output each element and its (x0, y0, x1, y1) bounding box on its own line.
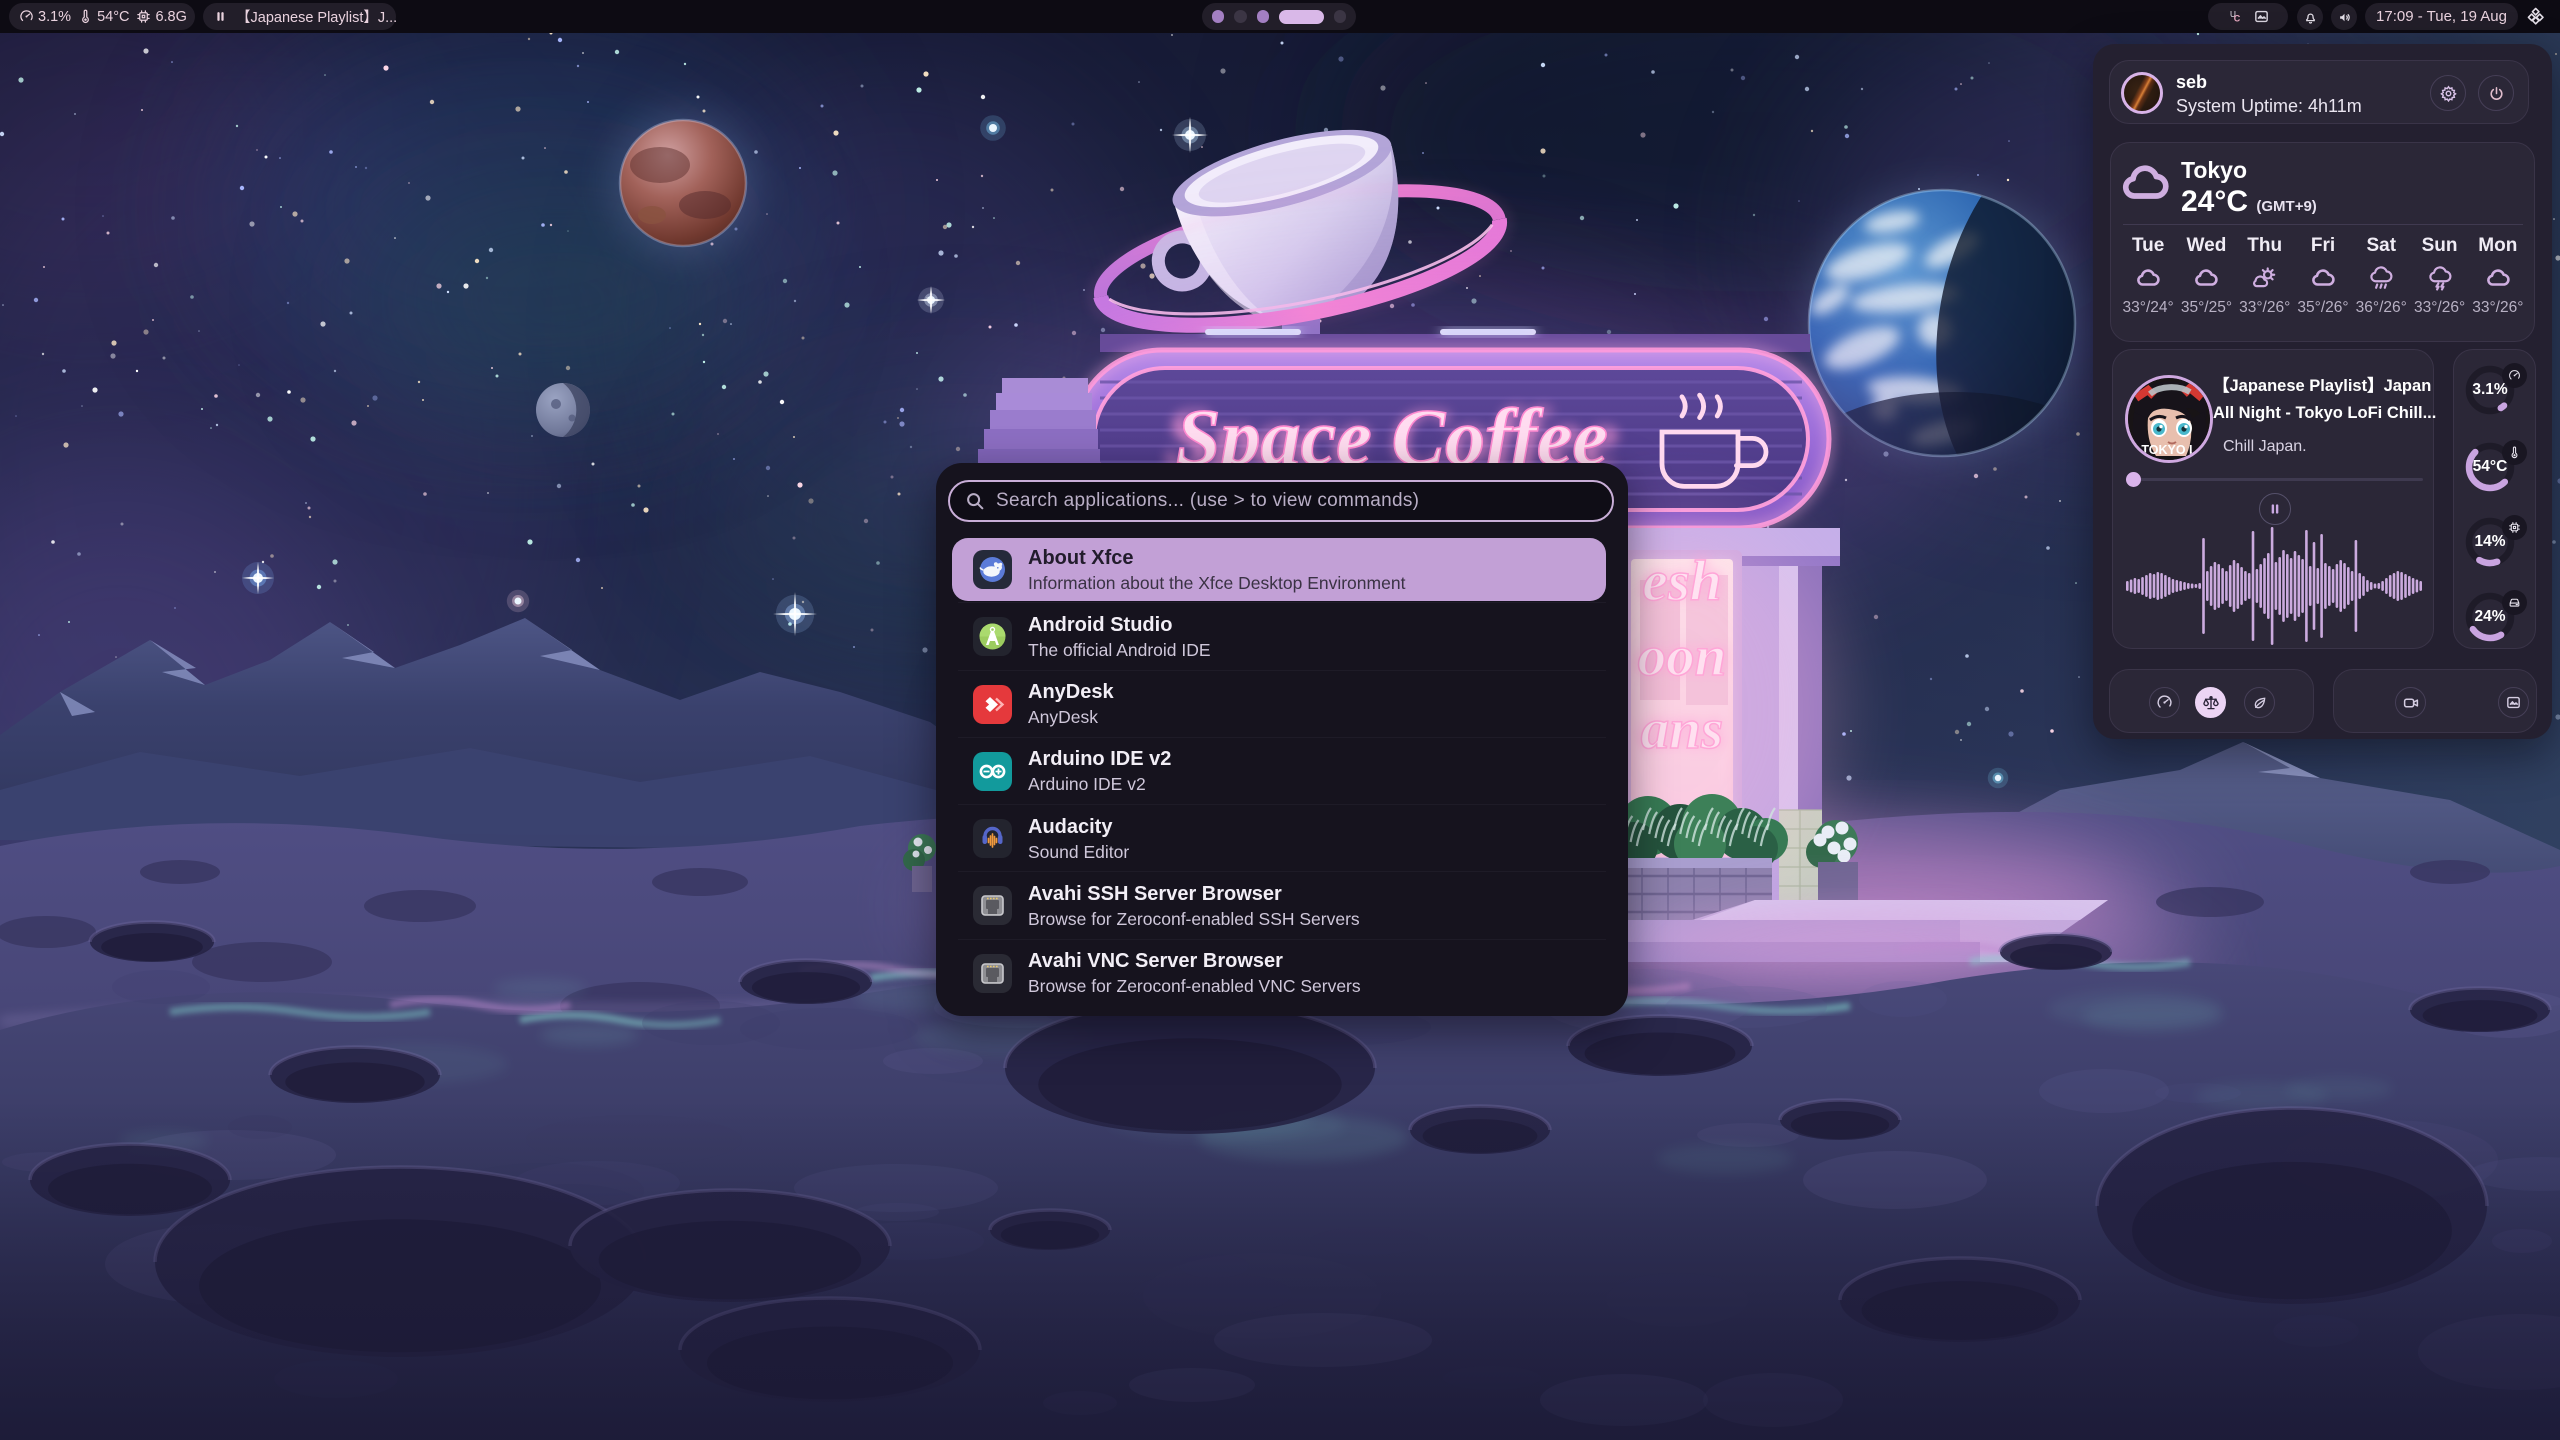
svg-text:C: C (2233, 13, 2240, 23)
